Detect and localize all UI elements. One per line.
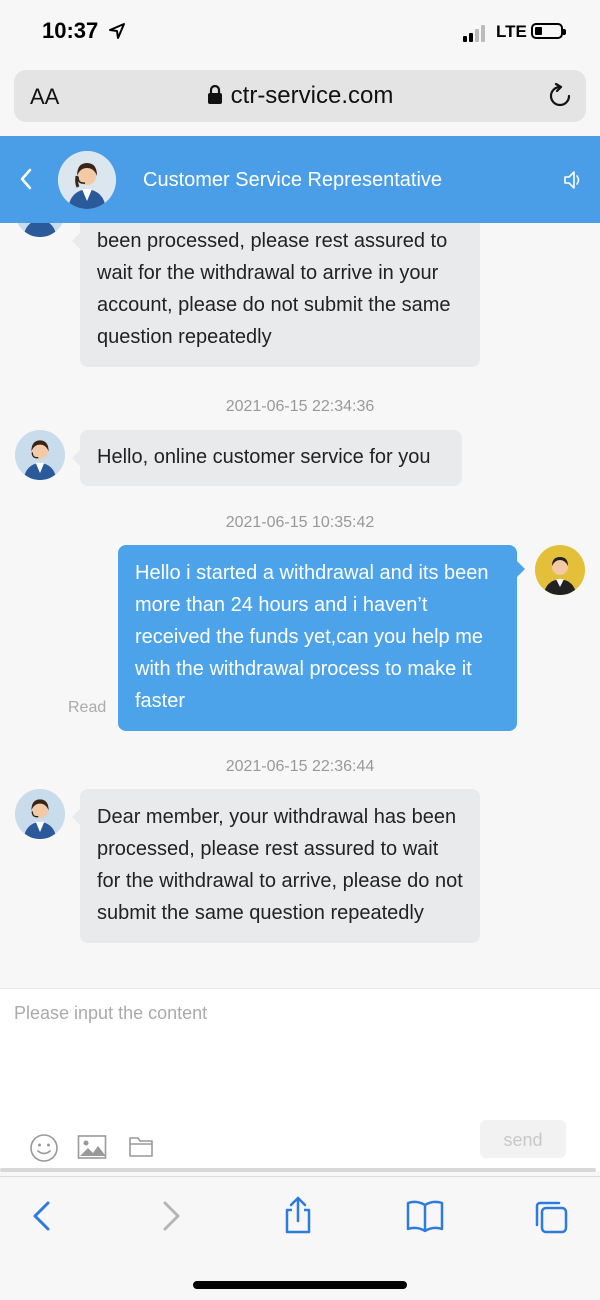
chat-header: Customer Service Representative bbox=[0, 136, 600, 223]
reload-icon[interactable] bbox=[548, 83, 572, 109]
network-label: LTE bbox=[496, 22, 527, 41]
user-avatar bbox=[535, 545, 585, 595]
message-composer: send bbox=[0, 988, 600, 1171]
image-icon[interactable] bbox=[77, 1133, 107, 1161]
back-icon[interactable] bbox=[18, 166, 34, 192]
agent-message: been processed, please rest assured to w… bbox=[72, 223, 480, 367]
user-message: Hello i started a withdrawal and its bee… bbox=[118, 545, 525, 731]
address-bar[interactable]: AA ctr-service.com bbox=[14, 70, 586, 122]
chat-title: Customer Service Representative bbox=[143, 169, 443, 191]
folder-icon[interactable] bbox=[128, 1133, 154, 1159]
read-status: Read bbox=[68, 699, 107, 716]
url-display[interactable]: ctr-service.com bbox=[14, 82, 586, 110]
message-timestamp: 2021-06-15 10:35:42 bbox=[225, 514, 375, 531]
send-button[interactable]: send bbox=[480, 1120, 566, 1158]
agent-message: Dear member, your withdrawal has been pr… bbox=[72, 789, 480, 943]
bookmarks-icon[interactable] bbox=[405, 1199, 445, 1233]
url-text: ctr-service.com bbox=[230, 82, 394, 109]
browser-forward-icon[interactable] bbox=[159, 1199, 183, 1233]
message-timestamp: 2021-06-15 22:36:44 bbox=[225, 758, 375, 775]
agent-message: Hello, online customer service for you bbox=[72, 430, 462, 486]
speaker-icon[interactable] bbox=[562, 169, 584, 191]
home-indicator bbox=[193, 1281, 407, 1289]
message-text: Hello, online customer service for you bbox=[97, 446, 431, 468]
agent-avatar bbox=[58, 151, 116, 209]
message-text: Dear member, your withdrawal has been pr… bbox=[97, 806, 463, 924]
lock-icon bbox=[207, 85, 222, 104]
tabs-icon[interactable] bbox=[533, 1199, 569, 1235]
agent-avatar bbox=[15, 430, 65, 480]
signal-icon bbox=[463, 22, 491, 42]
scroll-divider bbox=[0, 1168, 596, 1172]
message-text: been processed, please rest assured to w… bbox=[97, 230, 451, 348]
message-input[interactable] bbox=[14, 1003, 584, 1103]
emoji-icon[interactable] bbox=[29, 1133, 59, 1163]
agent-avatar bbox=[15, 223, 65, 237]
status-bar: 10:37 LTE bbox=[0, 0, 600, 62]
battery-icon bbox=[531, 23, 566, 39]
location-arrow-icon bbox=[109, 23, 125, 39]
share-icon[interactable] bbox=[282, 1195, 314, 1235]
browser-toolbar bbox=[0, 1176, 600, 1300]
chat-area[interactable]: been processed, please rest assured to w… bbox=[0, 223, 600, 988]
message-text: Hello i started a withdrawal and its bee… bbox=[135, 562, 489, 712]
agent-avatar bbox=[15, 789, 65, 839]
status-time: 10:37 bbox=[42, 18, 99, 43]
browser-back-icon[interactable] bbox=[30, 1199, 54, 1233]
message-timestamp: 2021-06-15 22:34:36 bbox=[225, 398, 375, 415]
